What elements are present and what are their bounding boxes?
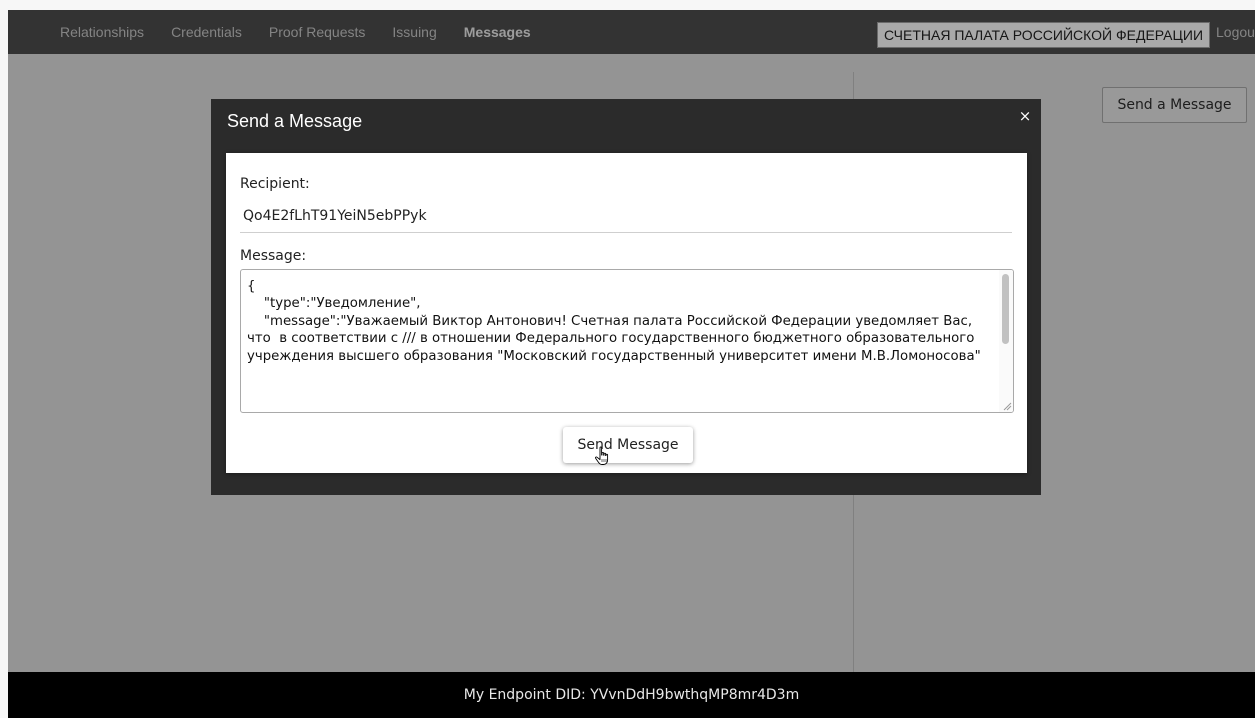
nav-item-issuing[interactable]: Issuing xyxy=(392,24,436,40)
top-navigation-bar: Relationships Credentials Proof Requests… xyxy=(8,10,1255,54)
footer-endpoint-did: My Endpoint DID: YVvnDdH9bwthqMP8mr4D3m xyxy=(8,672,1255,718)
modal-body: Recipient: Message: { "type":"Уведомлени… xyxy=(226,153,1027,473)
message-text: { "type":"Уведомление", "message":"Уважа… xyxy=(247,279,981,364)
close-icon[interactable]: × xyxy=(1016,107,1034,125)
nav-item-proof-requests[interactable]: Proof Requests xyxy=(269,24,366,40)
nav-item-messages[interactable]: Messages xyxy=(464,24,531,40)
recipient-label: Recipient: xyxy=(240,176,310,192)
recipient-input[interactable] xyxy=(240,199,1012,233)
hand-pointer-cursor-icon xyxy=(595,446,609,465)
nav-item-relationships[interactable]: Relationships xyxy=(60,24,144,40)
nav-item-credentials[interactable]: Credentials xyxy=(171,24,242,40)
scrollbar-thumb[interactable] xyxy=(1002,274,1009,344)
message-scrollbar[interactable] xyxy=(999,270,1013,412)
send-message-modal: Send a Message × Recipient: Message: { "… xyxy=(211,99,1041,495)
message-textarea[interactable]: { "type":"Уведомление", "message":"Уважа… xyxy=(240,269,1014,413)
modal-title: Send a Message xyxy=(227,111,363,131)
message-label: Message: xyxy=(240,248,307,264)
logout-link[interactable]: Logout xyxy=(1216,10,1255,54)
organization-name-badge: СЧЕТНАЯ ПАЛАТА РОССИЙСКОЙ ФЕДЕРАЦИИ xyxy=(877,22,1211,48)
resize-grip-icon[interactable] xyxy=(1002,401,1012,411)
send-message-button[interactable]: Send Message xyxy=(563,427,693,463)
nav-links: Relationships Credentials Proof Requests… xyxy=(60,10,558,54)
